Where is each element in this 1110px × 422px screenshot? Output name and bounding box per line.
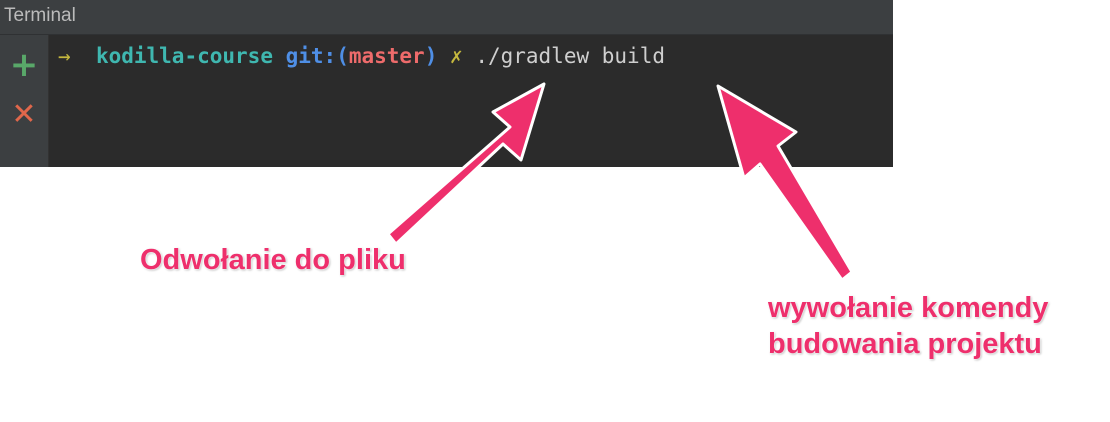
arrow-to-file: [386, 82, 546, 246]
annotation-command-call-line2: budowania projektu: [768, 328, 1042, 360]
arrow-to-command: [716, 84, 854, 282]
annotation-file-reference: Odwołanie do pliku: [140, 244, 406, 276]
annotation-command-call: wywołanie komendy budowania projektu: [768, 290, 1048, 362]
annotation-command-call-line1: wywołanie komendy: [768, 292, 1049, 324]
